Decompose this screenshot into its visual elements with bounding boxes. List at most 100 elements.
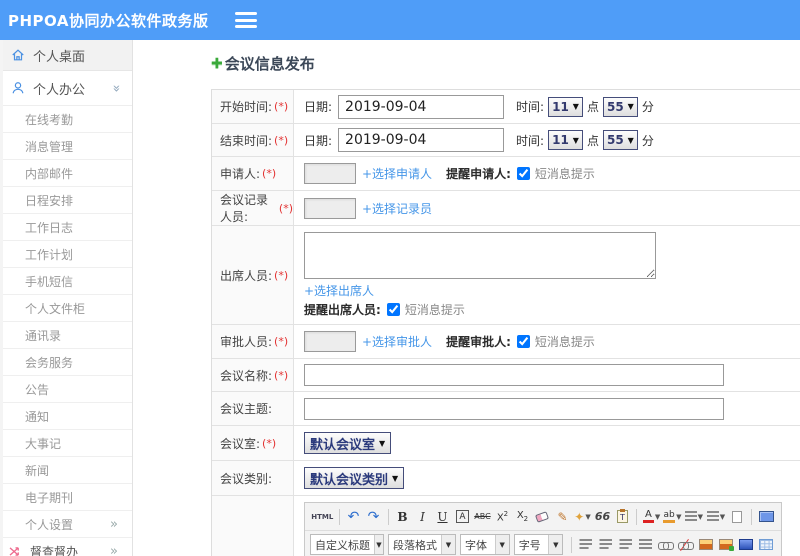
required-mark: (*) <box>274 335 289 348</box>
image-add-icon <box>718 539 734 551</box>
required-mark: (*) <box>278 201 293 215</box>
sidebar-item-sms[interactable]: 手机短信 <box>3 268 132 295</box>
form-row-content-editor: HTML ↶ ↷ B I U A ABC X2 X2 ✎ ✦ ▼ 66 T A … <box>212 496 800 556</box>
font-style-button[interactable]: A <box>452 506 472 528</box>
sidebar-item-notice[interactable]: 通知 <box>3 403 132 430</box>
end-minute-select[interactable]: 55 ▼ <box>602 130 638 150</box>
sidebar-item-ejournal[interactable]: 电子期刊 <box>3 484 132 511</box>
attendees-textarea[interactable] <box>304 232 656 279</box>
undo-button[interactable]: ↶ <box>344 506 364 528</box>
field-label: 会议记录人员: <box>220 193 269 224</box>
sidebar-item-news[interactable]: 新闻 <box>3 457 132 484</box>
sidebar-item-work-plan[interactable]: 工作计划 <box>3 241 132 268</box>
applicant-input[interactable] <box>304 163 356 184</box>
meeting-category-select[interactable]: 默认会议类别 ▼ <box>304 467 405 489</box>
caret-down-icon: ▼ <box>627 102 634 111</box>
paste-text-button[interactable]: T <box>612 506 632 528</box>
sidebar-item-meeting-service[interactable]: 会务服务 <box>3 349 132 376</box>
quick-format-button[interactable]: ✦ ▼ <box>572 506 592 528</box>
new-document-button[interactable] <box>727 506 747 528</box>
unordered-list-button[interactable]: ▼ <box>705 506 727 528</box>
end-hour-select[interactable]: 11 ▼ <box>548 130 583 150</box>
remove-link-button[interactable] <box>676 534 696 556</box>
insert-link-button[interactable] <box>656 534 676 556</box>
sidebar-item-schedule[interactable]: 日程安排 <box>3 187 132 214</box>
sms-remind-checkbox[interactable] <box>516 335 530 348</box>
sms-hint-label: 短消息提示 <box>404 303 465 317</box>
strikethrough-button[interactable]: ABC <box>472 506 492 528</box>
sidebar-item-desktop[interactable]: 个人桌面 <box>3 40 132 71</box>
end-date-input[interactable] <box>338 128 505 152</box>
html-source-button[interactable]: HTML <box>310 506 335 528</box>
form-row-recorder: 会议记录人员: (*) +选择记录员 <box>212 191 800 226</box>
sidebar-item-messages[interactable]: 消息管理 <box>3 133 132 160</box>
caret-down-icon: ▼ <box>494 535 509 554</box>
align-center-button[interactable] <box>596 534 616 556</box>
wand-icon: ✦ <box>574 509 585 524</box>
sidebar-item-label: 个人办公 <box>33 82 86 98</box>
sidebar-item-work-log[interactable]: 工作日志 <box>3 214 132 241</box>
chevron-right-icon: » <box>110 516 118 532</box>
font-size-select[interactable]: 字号 ▼ <box>513 534 564 555</box>
caret-down-icon: ▼ <box>572 135 579 145</box>
meeting-room-select[interactable]: 默认会议室 ▼ <box>304 432 392 454</box>
sidebar-item-attendance[interactable]: 在线考勤 <box>3 106 132 133</box>
sidebar-item-supervise[interactable]: 督查督办 » <box>3 538 132 556</box>
sidebar-item-settings[interactable]: 个人设置 » <box>3 511 132 538</box>
superscript-button[interactable]: X2 <box>492 506 512 528</box>
underline-button[interactable]: U <box>432 506 452 528</box>
select-approver-link[interactable]: +选择审批人 <box>362 333 432 350</box>
editor-toolbar-row2: 自定义标题 ▼ 段落格式 ▼ 字体 ▼ 字号 ▼ <box>305 531 781 556</box>
recorder-input[interactable] <box>304 197 356 219</box>
sidebar-item-office[interactable]: 个人办公 » <box>3 71 132 106</box>
fullscreen-button[interactable] <box>756 506 776 528</box>
start-date-input[interactable] <box>338 94 505 119</box>
insert-media-button[interactable] <box>736 534 756 556</box>
rich-text-editor: HTML ↶ ↷ B I U A ABC X2 X2 ✎ ✦ ▼ 66 T A … <box>304 502 782 556</box>
start-hour-select[interactable]: 11 ▼ <box>548 96 583 117</box>
brush-icon: ✎ <box>557 509 568 524</box>
caret-down-icon: ▼ <box>676 512 682 521</box>
select-attendees-link[interactable]: +选择出席人 <box>304 282 374 299</box>
meeting-name-input[interactable] <box>304 364 724 386</box>
meeting-subject-input[interactable] <box>304 397 724 420</box>
font-color-button[interactable]: A ▼ <box>641 506 661 528</box>
hamburger-menu-icon[interactable] <box>234 12 257 28</box>
align-right-button[interactable] <box>616 534 636 556</box>
upload-image-button[interactable] <box>716 534 736 556</box>
redo-button[interactable]: ↷ <box>364 506 384 528</box>
sidebar-item-file-cabinet[interactable]: 个人文件柜 <box>3 295 132 322</box>
select-recorder-link[interactable]: +选择记录员 <box>362 200 432 217</box>
start-minute-select[interactable]: 55 ▼ <box>602 96 638 117</box>
bold-button[interactable]: B <box>392 506 412 528</box>
remove-format-button[interactable] <box>532 506 552 528</box>
blockquote-button[interactable]: 66 <box>592 506 612 528</box>
sidebar-item-contacts[interactable]: 通讯录 <box>3 322 132 349</box>
approver-input[interactable] <box>304 331 356 352</box>
select-applicant-link[interactable]: +选择申请人 <box>362 165 432 182</box>
format-painter-button[interactable]: ✎ <box>552 506 572 528</box>
caret-down-icon: ▼ <box>374 535 383 554</box>
ordered-list-button[interactable]: ▼ <box>683 506 705 528</box>
undo-icon: ↶ <box>347 508 360 525</box>
insert-image-button[interactable] <box>696 534 716 556</box>
insert-table-button[interactable] <box>756 534 776 556</box>
font-family-select[interactable]: 字体 ▼ <box>460 534 510 555</box>
sms-remind-checkbox[interactable] <box>516 167 530 180</box>
sms-remind-checkbox[interactable] <box>386 303 400 316</box>
sidebar-item-announcement[interactable]: 公告 <box>3 376 132 403</box>
form-row-meeting-subject: 会议主题: <box>212 392 800 426</box>
sidebar-item-internal-mail[interactable]: 内部邮件 <box>3 160 132 187</box>
highlight-icon: ab <box>663 510 676 523</box>
time-label: 时间: <box>516 133 545 148</box>
sidebar-item-events[interactable]: 大事记 <box>3 430 132 457</box>
align-left-button[interactable] <box>576 534 596 556</box>
highlight-color-button[interactable]: ab ▼ <box>662 506 683 528</box>
required-mark: (*) <box>274 268 289 282</box>
subscript-button[interactable]: X2 <box>512 506 532 528</box>
heading-select[interactable]: 自定义标题 ▼ <box>310 534 384 555</box>
paragraph-format-select[interactable]: 段落格式 ▼ <box>388 534 456 555</box>
italic-button[interactable]: I <box>412 506 432 528</box>
field-label: 结束时间: <box>220 133 273 148</box>
justify-button[interactable] <box>636 534 656 556</box>
